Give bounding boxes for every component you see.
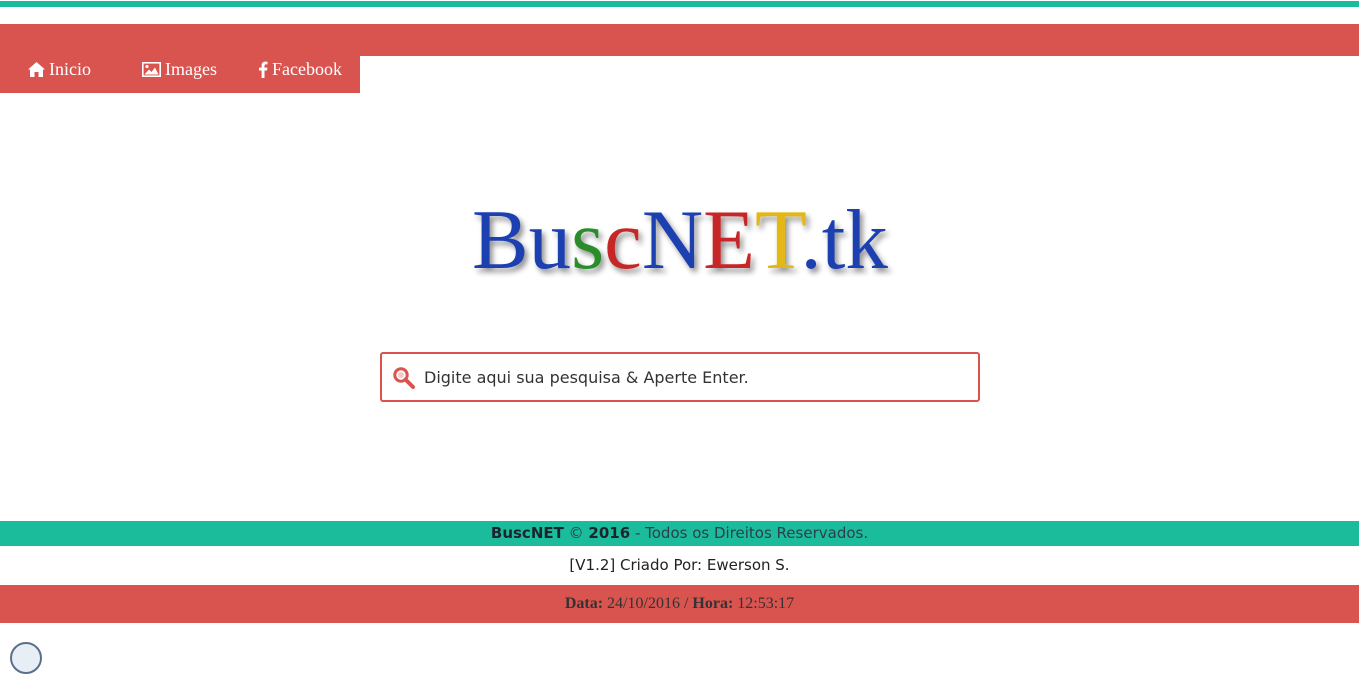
- logo-text: BuscNET.tk: [472, 193, 888, 284]
- logo-graphic: BuscNET.tk: [472, 193, 888, 287]
- image-icon: [142, 61, 161, 77]
- corner-badge-icon[interactable]: [10, 642, 42, 674]
- logo-letter: u: [529, 193, 571, 284]
- top-stripe-bar: [0, 1, 1359, 7]
- footer-brand: BuscNET: [490, 524, 564, 542]
- logo-letter: t: [822, 193, 846, 284]
- home-icon: [28, 61, 45, 77]
- nav-item-label: Images: [165, 58, 217, 79]
- date-time-separator: /: [683, 595, 689, 612]
- logo-letter: .: [801, 193, 822, 284]
- search-box: [380, 352, 980, 402]
- copyright-symbol: ©: [568, 524, 584, 542]
- logo-letter: k: [845, 193, 888, 284]
- logo-letter: T: [755, 193, 806, 284]
- nav-item-facebook[interactable]: Facebook: [258, 56, 342, 82]
- date-label: Data:: [564, 595, 604, 612]
- facebook-icon: [258, 61, 268, 78]
- time-label: Hora:: [692, 595, 734, 612]
- nav-item-images[interactable]: Images: [142, 56, 217, 82]
- search-icon: [392, 366, 416, 390]
- logo-letter: c: [604, 193, 642, 284]
- nav-item-label: Facebook: [272, 58, 342, 79]
- main-nav: Inicio Images Facebook: [0, 56, 360, 93]
- date-time-bar: Data: 24/10/2016 / Hora: 12:53:17: [0, 585, 1359, 623]
- top-stripe: [0, 0, 1359, 8]
- logo-letter: E: [703, 193, 755, 284]
- nav-item-label: Inicio: [49, 58, 91, 79]
- logo-letter: N: [642, 193, 703, 284]
- footer-copyright: BuscNET © 2016 - Todos os Direitos Reser…: [0, 521, 1359, 546]
- search-input[interactable]: [424, 354, 964, 400]
- nav-item-inicio[interactable]: Inicio: [28, 56, 91, 82]
- logo-letter: s: [571, 193, 604, 284]
- time-value: 12:53:17: [737, 595, 795, 612]
- logo-letter: B: [472, 193, 529, 284]
- footer-rights: - Todos os Direitos Reservados.: [634, 524, 869, 542]
- footer-year: 2016: [588, 524, 631, 542]
- date-value: 24/10/2016: [607, 595, 680, 612]
- header-band: [0, 24, 1359, 56]
- footer-credits: [V1.2] Criado Por: Ewerson S.: [569, 556, 790, 574]
- site-logo: BuscNET.tk: [468, 192, 898, 287]
